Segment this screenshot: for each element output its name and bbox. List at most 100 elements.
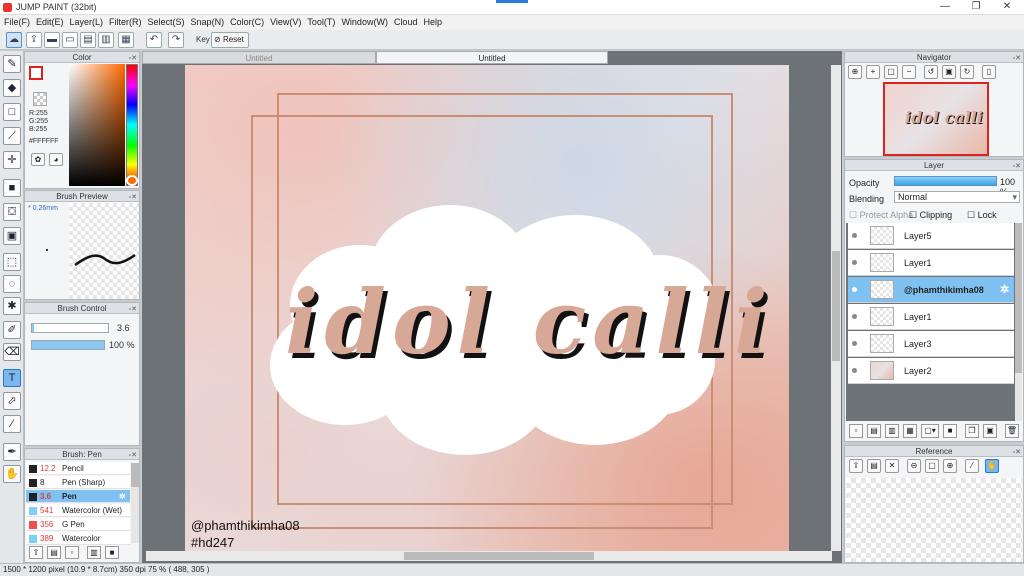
visibility-icon[interactable] [852, 287, 857, 292]
menu-layer[interactable]: Layer(L) [69, 15, 109, 30]
pen-tool-icon[interactable]: ✒ [3, 443, 21, 461]
tab-untitled-1[interactable]: Untitled [142, 51, 376, 64]
lasso-tool-icon[interactable]: ◌ [3, 275, 21, 293]
reference-close-icon[interactable]: ✕ [885, 459, 899, 473]
horizontal-scrollbar[interactable] [146, 551, 832, 561]
text-tool-icon[interactable]: T [3, 369, 21, 387]
horizontal-scroll-thumb[interactable] [404, 552, 594, 560]
menu-help[interactable]: Help [422, 15, 447, 30]
brush-size-slider[interactable] [31, 323, 109, 333]
eraser-tool-icon[interactable]: ◆ [3, 79, 21, 97]
reference-canvas[interactable] [846, 478, 1022, 562]
visibility-icon[interactable] [852, 314, 857, 319]
menu-filter[interactable]: Filter(R) [108, 15, 147, 30]
tab-untitled-2[interactable]: Untitled [376, 51, 608, 64]
reference-zoom-in-icon[interactable]: ⊕ [943, 459, 957, 473]
visibility-icon[interactable] [852, 368, 857, 373]
zoom-actual-icon[interactable]: ▢ [884, 65, 898, 79]
panel-close-icon[interactable]: ▫✕ [1013, 447, 1021, 458]
reference-eyedropper-icon[interactable]: ⁄ [965, 459, 979, 473]
menu-window[interactable]: Window(W) [340, 15, 393, 30]
layer-row[interactable]: Layer3 [848, 331, 1014, 357]
layer-row[interactable]: @phamthikimha08 ✲ [848, 277, 1014, 303]
menu-color[interactable]: Color(C) [229, 15, 269, 30]
cloud-icon[interactable]: ☁ [6, 32, 22, 48]
layer-list-scrollbar[interactable] [1015, 223, 1022, 421]
new-raster-layer-icon[interactable]: ▤ [867, 424, 881, 438]
layer-row[interactable]: Layer1 [848, 304, 1014, 330]
layer-type-dropdown-icon[interactable]: ▢▾ [921, 424, 939, 438]
new-layer-icon[interactable]: ▫ [849, 424, 863, 438]
zoom-fit-icon[interactable]: ⊕ [848, 65, 862, 79]
main-color-swatch[interactable] [29, 66, 43, 80]
layer-folder-icon[interactable]: ■ [943, 424, 957, 438]
brush-item-g-pen[interactable]: 356 G Pen [26, 518, 130, 531]
saturation-value-picker[interactable] [69, 64, 125, 186]
layer-row[interactable]: Layer2 [848, 358, 1014, 384]
menu-snap[interactable]: Snap(N) [190, 15, 230, 30]
hand-tool-icon[interactable]: ✋ [3, 465, 21, 483]
lock-checkbox[interactable]: ☐ Lock [967, 210, 997, 221]
brush-tool-icon[interactable]: ✎ [3, 55, 21, 73]
menu-select[interactable]: Select(S) [147, 15, 190, 30]
brush-item-watercolor[interactable]: 389 Watercolor [26, 532, 130, 545]
merge-layer-icon[interactable]: ▣ [983, 424, 997, 438]
transparent-swatch[interactable] [33, 92, 47, 106]
brush-folder-icon[interactable]: ▤ [47, 546, 61, 559]
fill-rect-tool-icon[interactable]: ■ [3, 179, 21, 197]
flip-icon[interactable]: ▣ [942, 65, 956, 79]
menu-edit[interactable]: Edit(E) [35, 15, 69, 30]
palette-icon[interactable]: ✿ [31, 153, 45, 166]
reference-open-icon[interactable]: ▤ [867, 459, 881, 473]
brush-item-pen[interactable]: 3.6 Pen ✲ [26, 490, 130, 503]
rectangle-tool-icon[interactable]: □ [3, 103, 21, 121]
vertical-scrollbar[interactable] [831, 65, 841, 551]
document-icon[interactable]: ▤ [80, 32, 96, 48]
new-1bit-layer-icon[interactable]: ▦ [903, 424, 917, 438]
brush-list-scroll-thumb[interactable] [131, 463, 139, 487]
open-folder-icon[interactable]: ■ [105, 546, 119, 559]
new-8bit-layer-icon[interactable]: ▥ [885, 424, 899, 438]
navigator-thumbnail[interactable]: idol calli [883, 82, 989, 156]
magic-wand-tool-icon[interactable]: ✱ [3, 297, 21, 315]
minimize-button[interactable]: — [935, 1, 955, 12]
layer-opacity-slider[interactable] [894, 176, 997, 186]
panel-close-icon[interactable]: ▫✕ [1013, 161, 1021, 172]
color-picker-icon[interactable]: ◕ [49, 153, 63, 166]
brush-item-watercolor-wet[interactable]: 541 Watercolor (Wet) [26, 504, 130, 517]
add-brush-icon[interactable]: ⇧ [29, 546, 43, 559]
panel-close-icon[interactable]: ▫✕ [1013, 53, 1021, 64]
comment-icon[interactable]: ▬ [44, 32, 60, 48]
gear-icon[interactable]: ✲ [119, 490, 126, 503]
grid-icon[interactable]: ▦ [118, 32, 134, 48]
menu-view[interactable]: View(V) [269, 15, 306, 30]
duplicate-layer-icon[interactable]: ❐ [965, 424, 979, 438]
undo-icon[interactable]: ↶ [146, 32, 162, 48]
select-tool-icon[interactable]: ⬀ [3, 392, 21, 410]
reference-import-icon[interactable]: ⇧ [849, 459, 863, 473]
chat-icon[interactable]: ▭ [62, 32, 78, 48]
reset-button[interactable]: ⊘ Reset [211, 32, 249, 48]
upload-icon[interactable]: ⇪ [26, 32, 42, 48]
eyedropper-tool-icon[interactable]: ⁄ [3, 415, 21, 433]
brush-item-pen-sharp[interactable]: 8 Pen (Sharp) [26, 476, 130, 489]
layer-row[interactable]: Layer5 [848, 223, 1014, 249]
copy-brush-icon[interactable]: ▥ [87, 546, 101, 559]
new-brush-icon[interactable]: ▫ [65, 546, 79, 559]
move-tool-icon[interactable]: ✛ [3, 151, 21, 169]
menu-tool[interactable]: Tool(T) [306, 15, 340, 30]
reference-fit-icon[interactable]: ▢ [925, 459, 939, 473]
reference-hand-icon[interactable]: ✋ [985, 459, 999, 473]
artwork-canvas[interactable]: idol calli @phamthikimha08 #hd247 [185, 65, 789, 553]
panel-close-icon[interactable]: ▫✕ [129, 192, 137, 203]
panel-close-icon[interactable]: ▫✕ [129, 304, 137, 315]
panel-close-icon[interactable]: ▫✕ [129, 450, 137, 461]
bucket-tool-icon[interactable]: ⛋ [3, 203, 21, 221]
hue-slider[interactable] [126, 64, 138, 186]
hue-handle[interactable] [126, 175, 138, 186]
redo-icon[interactable]: ↷ [168, 32, 184, 48]
layer-row[interactable]: Layer1 [848, 250, 1014, 276]
gradient-tool-icon[interactable]: ▣ [3, 227, 21, 245]
gear-icon[interactable]: ✲ [1000, 283, 1009, 296]
visibility-icon[interactable] [852, 233, 857, 238]
